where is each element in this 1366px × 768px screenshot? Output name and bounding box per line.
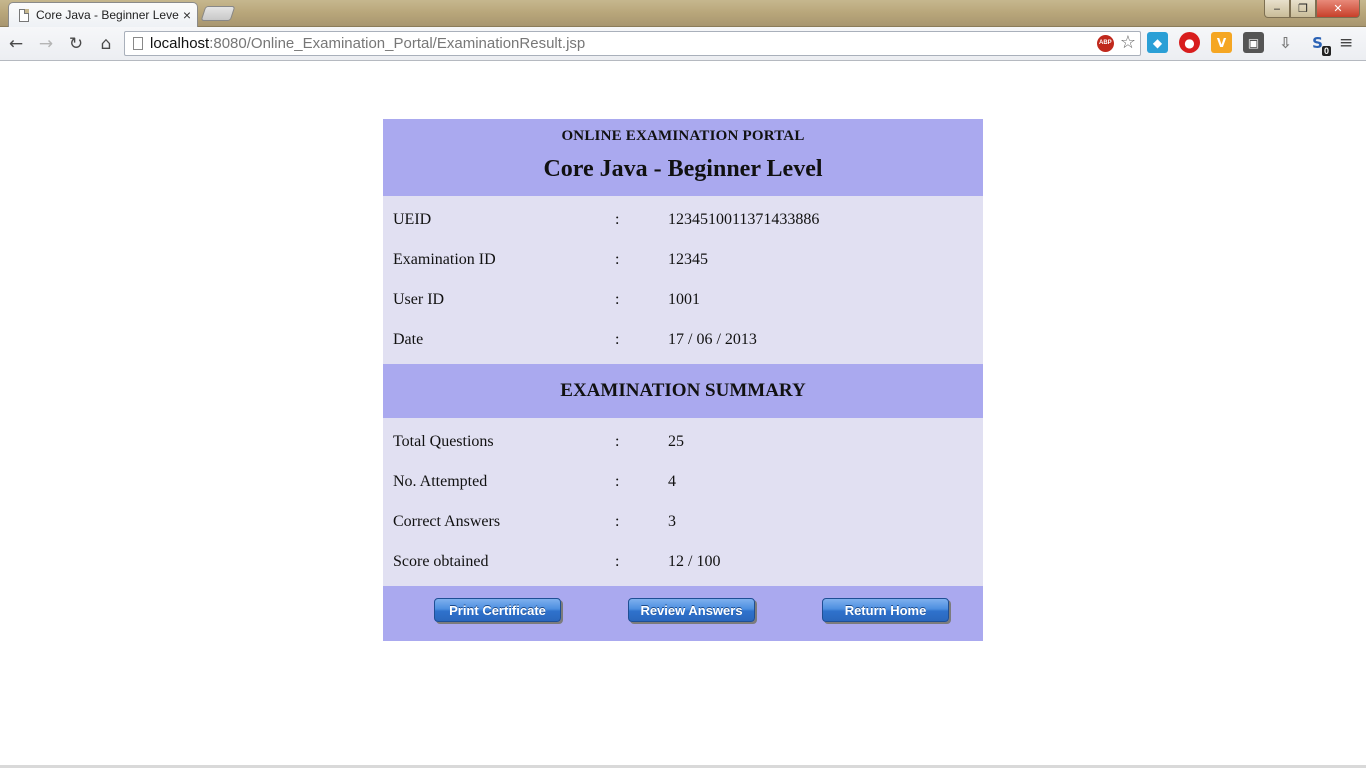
page-icon [133,37,143,50]
extension-evernote-icon[interactable]: ▣ [1243,32,1264,53]
browser-tab[interactable]: Core Java - Beginner Level × [8,2,198,27]
exam-details: UEID : 1234510011371433886 Examination I… [383,196,983,364]
detail-value: 17 / 06 / 2013 [668,331,757,348]
print-certificate-button[interactable]: Print Certificate [434,598,561,622]
detail-row-exam-id: Examination ID : 12345 [383,240,983,280]
close-window-button[interactable]: ✕ [1316,0,1360,18]
bookmark-star-icon[interactable]: ☆ [1120,34,1136,52]
tab-title: Core Java - Beginner Level [36,8,179,22]
adblock-icon[interactable]: ABP [1096,34,1114,52]
summary-label: Total Questions [393,433,494,450]
extension-stop-icon[interactable]: ● [1179,32,1200,53]
exam-title: Core Java - Beginner Level [543,156,823,182]
restore-button[interactable]: ❐ [1290,0,1316,18]
action-bar: Print Certificate Review Answers Return … [383,586,983,641]
extension-icons: ◆ ● V ▣ ⇩ S0 ≡ [1147,32,1353,56]
separator: : [615,473,620,490]
extension-badge: 0 [1321,46,1331,56]
detail-row-date: Date : 17 / 06 / 2013 [383,320,983,360]
separator: : [615,291,620,308]
summary-value: 12 / 100 [668,553,721,570]
summary-row-attempted: No. Attempted : 4 [383,462,983,502]
detail-row-user-id: User ID : 1001 [383,280,983,320]
detail-label: Examination ID [393,251,496,268]
extension-download-icon[interactable]: ⇩ [1275,32,1296,53]
browser-toolbar: ← → ↻ ⌂ localhost:8080/Online_Examinatio… [0,27,1366,61]
new-tab-button[interactable] [200,6,236,21]
detail-label: Date [393,331,424,348]
browser-titlebar: Core Java - Beginner Level × ‒ ❐ ✕ [0,0,1366,27]
summary-row-correct: Correct Answers : 3 [383,502,983,542]
url-host: localhost [150,35,210,52]
window-controls: ‒ ❐ ✕ [1264,0,1360,18]
separator: : [615,513,620,530]
summary-value: 3 [668,513,676,530]
forward-arrow-icon[interactable]: → [32,30,60,58]
detail-row-ueid: UEID : 1234510011371433886 [383,200,983,240]
summary-heading: EXAMINATION SUMMARY [383,364,983,418]
summary-label: No. Attempted [393,473,488,490]
back-arrow-icon[interactable]: ← [2,30,30,58]
separator: : [615,433,620,450]
minimize-button[interactable]: ‒ [1264,0,1290,18]
return-home-button[interactable]: Return Home [822,598,949,622]
summary-row-total: Total Questions : 25 [383,422,983,462]
extension-diamond-icon[interactable]: ◆ [1147,32,1168,53]
chrome-menu-icon[interactable]: ≡ [1339,33,1353,53]
result-card: ONLINE EXAMINATION PORTAL Core Java - Be… [383,119,983,641]
portal-title: ONLINE EXAMINATION PORTAL [561,128,805,144]
review-answers-button[interactable]: Review Answers [628,598,755,622]
url-path: :8080/Online_Examination_Portal/Examinat… [209,35,586,52]
separator: : [615,251,620,268]
detail-value: 12345 [668,251,708,268]
summary-row-score: Score obtained : 12 / 100 [383,542,983,582]
detail-label: User ID [393,291,445,308]
page-icon [19,8,29,22]
summary-label: Score obtained [393,553,489,570]
separator: : [615,331,620,348]
detail-label: UEID [393,211,432,228]
home-icon[interactable]: ⌂ [92,30,120,58]
detail-value: 1001 [668,291,700,308]
exam-summary: Total Questions : 25 No. Attempted : 4 C… [383,418,983,586]
summary-value: 4 [668,473,676,490]
separator: : [615,553,620,570]
summary-value: 25 [668,433,684,450]
tab-close-icon[interactable]: × [183,8,191,22]
detail-value: 1234510011371433886 [668,211,820,228]
extension-v-icon[interactable]: V [1211,32,1232,53]
address-bar[interactable]: localhost:8080/Online_Examination_Portal… [124,31,1141,56]
header-band: ONLINE EXAMINATION PORTAL Core Java - Be… [383,119,983,196]
summary-label: Correct Answers [393,513,501,530]
separator: : [615,211,620,228]
reload-icon[interactable]: ↻ [62,30,90,58]
extension-skype-icon[interactable]: S0 [1307,32,1331,56]
